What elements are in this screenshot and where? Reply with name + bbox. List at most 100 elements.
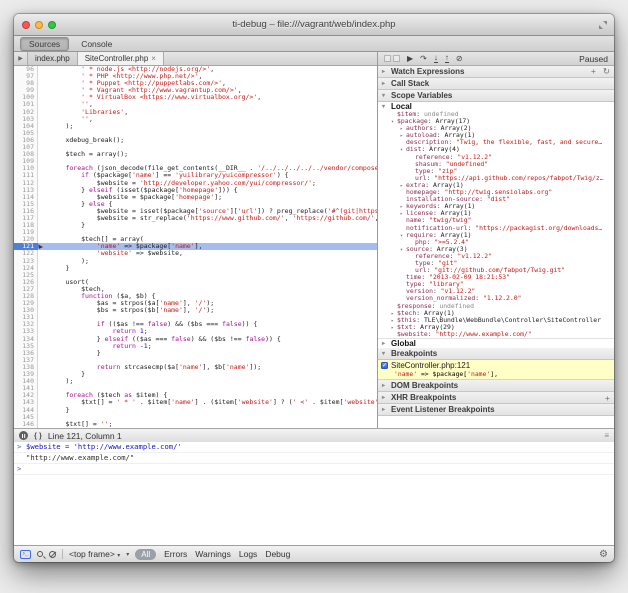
pretty-print-icon[interactable]: { } (34, 431, 42, 440)
code-text[interactable]: } (38, 371, 377, 378)
fullscreen-icon[interactable] (599, 21, 607, 29)
search-icon[interactable] (37, 551, 43, 557)
code-text[interactable]: '', (38, 116, 377, 123)
scope-variable[interactable]: reference: "v1.12.2" (378, 154, 614, 161)
scope-variable[interactable]: ▸$this: TLE\Bundle\WebBundle\Controller\… (378, 317, 614, 324)
code-text[interactable]: ); (38, 258, 377, 265)
section-xhr-breakpoints[interactable]: ▸ XHR Breakpoints + (378, 392, 614, 404)
add-xhr-breakpoint-icon[interactable]: + (605, 393, 610, 403)
code-line[interactable]: 109 (14, 158, 377, 165)
scope-variable[interactable]: ▾$package: Array(17) (378, 118, 614, 125)
code-text[interactable]: 'website' => $website, (38, 250, 377, 257)
code-line[interactable]: 100 ' * VirtualBox <https://www.virtualb… (14, 94, 377, 101)
code-line[interactable]: 113 } elseif (isset($package['homepage']… (14, 187, 377, 194)
code-text[interactable] (38, 385, 377, 392)
filter-errors-button[interactable]: Errors (164, 549, 187, 559)
code-text[interactable]: ' * Vagrant <http://www.vagrantup.com/>'… (38, 87, 377, 94)
code-text[interactable]: ' * PHP <http://www.php.net/>', (38, 73, 377, 80)
code-line[interactable]: 138 return strcasecmp($a['name'], $b['na… (14, 364, 377, 371)
close-window-button[interactable] (22, 21, 30, 29)
code-rows[interactable]: 96 ' * node.js <http://nodejs.org/>',97 … (14, 66, 377, 428)
code-line[interactable]: 125 (14, 272, 377, 279)
scope-local-header[interactable]: ▾ Local (378, 102, 614, 111)
code-line[interactable]: 145 (14, 414, 377, 421)
code-line[interactable]: 96 ' * node.js <http://nodejs.org/>', (14, 66, 377, 73)
code-text[interactable]: $tech[] = array( (38, 236, 377, 243)
code-line[interactable]: 135 return -1; (14, 343, 377, 350)
code-line[interactable]: 123 ); (14, 258, 377, 265)
breakpoint-entry[interactable]: ✓ SiteController.php:121 'name' => $pack… (378, 360, 614, 380)
scope-variable[interactable]: version: "v1.12.2" (378, 288, 614, 295)
scope-variable[interactable]: type: "zip" (378, 168, 614, 175)
scope-variable[interactable]: ▸autoload: Array(1) (378, 132, 614, 139)
code-text[interactable] (38, 314, 377, 321)
console-active-prompt[interactable]: > (14, 464, 614, 475)
scope-variable[interactable]: url: "git://github.com/fabpot/Twig.git" (378, 267, 614, 274)
section-event-listener-breakpoints[interactable]: ▸ Event Listener Breakpoints (378, 404, 614, 416)
section-call-stack[interactable]: ▸ Call Stack (378, 78, 614, 90)
code-line[interactable]: 126 usort( (14, 279, 377, 286)
line-number[interactable]: 146 (14, 421, 38, 428)
code-text[interactable]: $tech = array(); (38, 151, 377, 158)
code-line[interactable]: 144 } (14, 407, 377, 414)
resize-grip-icon[interactable]: ≡ (604, 431, 609, 440)
code-line[interactable]: 106 xdebug_break(); (14, 137, 377, 144)
zoom-window-button[interactable] (48, 21, 56, 29)
code-text[interactable] (38, 144, 377, 151)
code-text[interactable]: $website = isset($package['source']['url… (38, 208, 377, 215)
code-text[interactable]: if (($as !== false) && ($bs === false)) … (38, 321, 377, 328)
frame-selector[interactable]: <top frame> ▾ (69, 549, 120, 559)
code-line[interactable]: 111 if ($package['name'] == 'yuilibrary/… (14, 172, 377, 179)
code-line[interactable]: 133 return 1; (14, 328, 377, 335)
code-text[interactable] (38, 130, 377, 137)
code-text[interactable]: $txt[] = ' * ' . $item['name'] . ($item[… (38, 399, 377, 406)
scope-variable[interactable]: installation-source: "dist" (378, 196, 614, 203)
code-text[interactable]: $as = strpos($a['name'], '/'); (38, 300, 377, 307)
code-text[interactable]: $website = str_replace('https://www.gith… (38, 215, 377, 222)
scope-variable[interactable]: ▾dist: Array(4) (378, 146, 614, 153)
gear-icon[interactable]: ⚙ (599, 549, 608, 560)
scope-variable[interactable]: php: ">=5.2.4" (378, 239, 614, 246)
close-tab-icon[interactable]: × (151, 54, 156, 63)
section-scope-variables[interactable]: ▾ Scope Variables (378, 90, 614, 102)
code-line[interactable]: 119 (14, 229, 377, 236)
code-line[interactable]: 143 $txt[] = ' * ' . $item['name'] . ($i… (14, 399, 377, 406)
code-text[interactable] (38, 158, 377, 165)
title-bar[interactable]: ti-debug – file:///vagrant/web/index.php (14, 14, 614, 36)
code-text[interactable]: return -1; (38, 343, 377, 350)
resume-icon[interactable]: ▶ (407, 55, 413, 63)
code-line[interactable]: 108 $tech = array(); (14, 151, 377, 158)
filter-all-button[interactable]: All (135, 549, 156, 560)
code-text[interactable]: foreach (json_decode(file_get_contents(_… (38, 165, 377, 172)
code-text[interactable] (38, 414, 377, 421)
code-line[interactable]: 97 ' * PHP <http://www.php.net/>', (14, 73, 377, 80)
scope-global-header[interactable]: ▸ Global (378, 338, 614, 348)
code-text[interactable]: ' * VirtualBox <https://www.virtualbox.o… (38, 94, 377, 101)
code-line[interactable]: 118 } (14, 222, 377, 229)
scope-variable[interactable]: $item: undefined (378, 111, 614, 118)
code-line[interactable]: 112 $website = 'http://developer.yahoo.c… (14, 180, 377, 187)
code-text[interactable]: $website = $package['homepage']; (38, 194, 377, 201)
filter-logs-button[interactable]: Logs (239, 549, 257, 559)
show-navigator-icon[interactable]: ▶ (14, 52, 28, 65)
code-text[interactable]: '', (38, 101, 377, 108)
code-line[interactable]: 134 } elseif (($as === false) && ($bs !=… (14, 336, 377, 343)
scope-variable[interactable]: ▸license: Array(1) (378, 210, 614, 217)
code-text[interactable]: xdebug_break(); (38, 137, 377, 144)
scope-variable[interactable]: type: "library" (378, 281, 614, 288)
console-drawer[interactable]: > $website = 'http://www.example.com/' "… (14, 442, 614, 545)
code-text[interactable]: $bs = strpos($b['name'], '/'); (38, 307, 377, 314)
scope-variable[interactable]: description: "Twig, the flexible, fast, … (378, 139, 614, 146)
breakpoint-checkbox[interactable]: ✓ (381, 362, 388, 369)
code-line[interactable]: 129 $as = strpos($a['name'], '/'); (14, 300, 377, 307)
code-line[interactable]: 121 'name' => $package['name'], (14, 243, 377, 250)
code-line[interactable]: 120 $tech[] = array( (14, 236, 377, 243)
code-line[interactable]: 146 $txt[] = ''; (14, 421, 377, 428)
code-text[interactable]: ); (38, 378, 377, 385)
breakpoint-marker-icon[interactable]: 121 (14, 243, 38, 250)
scope-variable[interactable]: ▾source: Array(3) (378, 246, 614, 253)
scope-variable[interactable]: ▸$tech: Array(1) (378, 310, 614, 317)
code-line[interactable]: 124 } (14, 265, 377, 272)
file-tab-index-php[interactable]: index.php (28, 52, 78, 65)
code-line[interactable]: 132 if (($as !== false) && ($bs === fals… (14, 321, 377, 328)
